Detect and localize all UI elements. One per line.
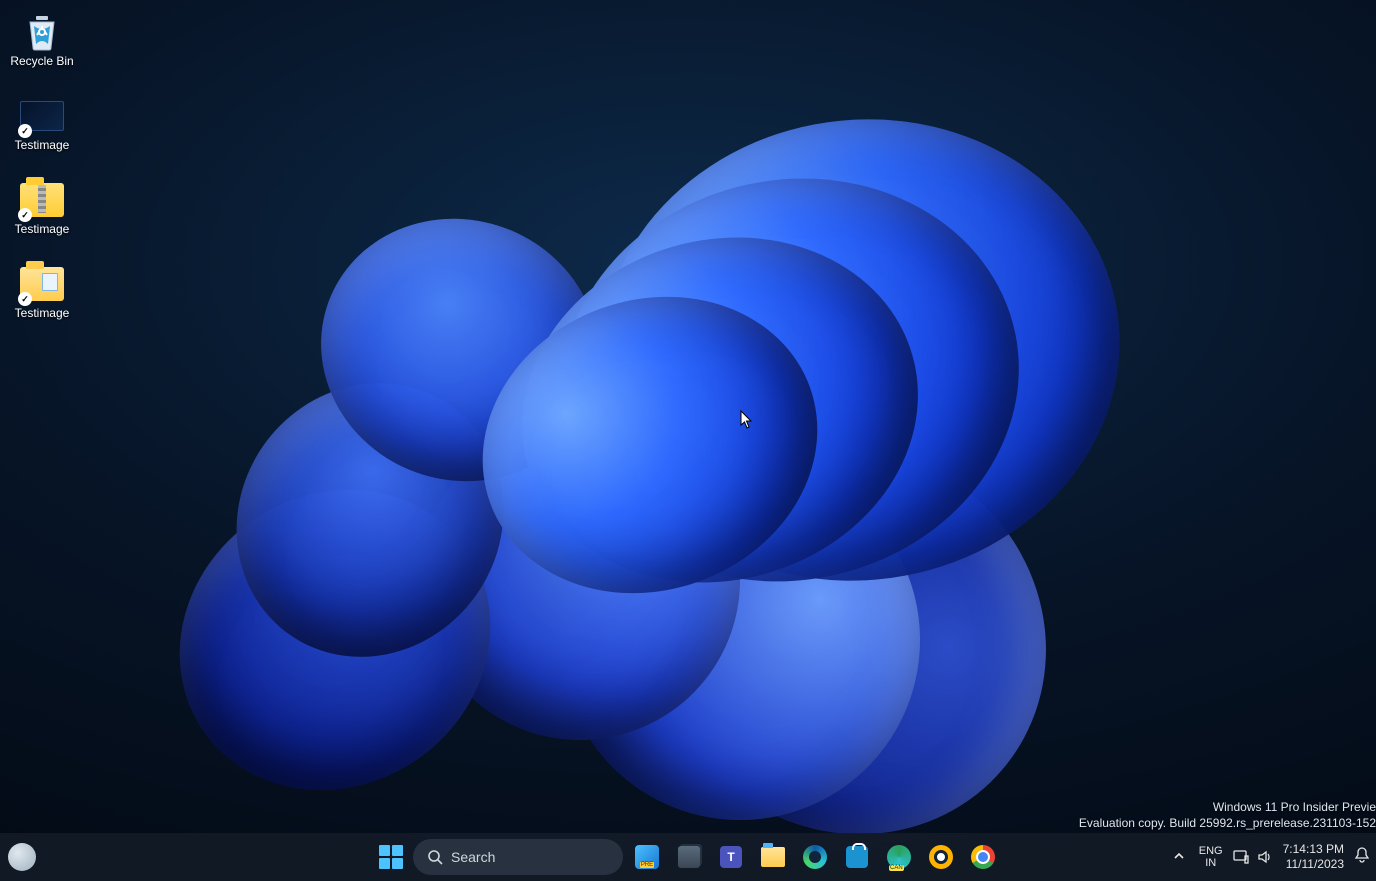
edge-canary-icon bbox=[887, 845, 911, 869]
bell-icon bbox=[1354, 846, 1370, 864]
windows-watermark: Windows 11 Pro Insider Previe Evaluation… bbox=[1079, 799, 1376, 831]
recycle-bin-icon bbox=[20, 12, 64, 52]
watermark-line2: Evaluation copy. Build 25992.rs_prerelea… bbox=[1079, 815, 1376, 831]
language-top: ENG bbox=[1199, 845, 1223, 857]
taskbar-app-explorer-preview[interactable] bbox=[629, 839, 665, 875]
watermark-line1: Windows 11 Pro Insider Previe bbox=[1079, 799, 1376, 815]
search-icon bbox=[427, 849, 443, 865]
start-button[interactable] bbox=[375, 841, 407, 873]
volume-icon bbox=[1257, 850, 1273, 864]
chrome-canary-icon bbox=[929, 845, 953, 869]
sync-badge-icon bbox=[18, 124, 32, 138]
chrome-icon bbox=[971, 845, 995, 869]
folder-icon bbox=[20, 264, 64, 304]
language-bottom: IN bbox=[1199, 857, 1223, 869]
taskbar-app-chrome-canary[interactable] bbox=[923, 839, 959, 875]
taskbar: Search T ENG IN bbox=[0, 833, 1376, 881]
desktop-icon-testimage-folder[interactable]: Testimage bbox=[4, 260, 80, 326]
store-icon bbox=[846, 846, 868, 868]
mouse-cursor-icon bbox=[740, 410, 754, 430]
clock-date: 11/11/2023 bbox=[1283, 857, 1344, 872]
desktop-icons: Recycle Bin Testimage Testimage Testimag… bbox=[4, 8, 84, 344]
system-tray[interactable] bbox=[1233, 850, 1273, 864]
desktop-icon-label: Testimage bbox=[15, 306, 70, 320]
image-thumbnail-icon bbox=[20, 96, 64, 136]
clock-time: 7:14:13 PM bbox=[1283, 842, 1344, 857]
taskbar-search[interactable]: Search bbox=[413, 839, 623, 875]
taskbar-app-store[interactable] bbox=[839, 839, 875, 875]
taskbar-app-chrome[interactable] bbox=[965, 839, 1001, 875]
desktop-icon-testimage-file[interactable]: Testimage bbox=[4, 92, 80, 158]
file-explorer-icon bbox=[761, 847, 785, 867]
zip-folder-icon bbox=[20, 180, 64, 220]
taskbar-app-edge[interactable] bbox=[797, 839, 833, 875]
desktop-icon-label: Testimage bbox=[15, 222, 70, 236]
desktop-icon-testimage-zip[interactable]: Testimage bbox=[4, 176, 80, 242]
taskbar-clock[interactable]: 7:14:13 PM 11/11/2023 bbox=[1283, 842, 1344, 872]
sync-badge-icon bbox=[18, 292, 32, 306]
notifications-button[interactable] bbox=[1354, 846, 1370, 869]
taskbar-app-edge-canary[interactable] bbox=[881, 839, 917, 875]
edge-icon bbox=[803, 845, 827, 869]
chevron-up-icon bbox=[1173, 850, 1185, 862]
task-view-icon bbox=[678, 846, 700, 868]
network-icon bbox=[1233, 850, 1249, 864]
taskbar-app-teams[interactable]: T bbox=[713, 839, 749, 875]
teams-icon: T bbox=[720, 846, 742, 868]
taskbar-app-file-explorer[interactable] bbox=[755, 839, 791, 875]
explorer-preview-icon bbox=[635, 845, 659, 869]
widgets-button[interactable] bbox=[8, 843, 36, 871]
search-placeholder: Search bbox=[451, 849, 495, 865]
desktop-icon-recycle-bin[interactable]: Recycle Bin bbox=[4, 8, 80, 74]
desktop-icon-label: Recycle Bin bbox=[10, 54, 73, 68]
wallpaper-bloom bbox=[180, 60, 1180, 840]
tray-overflow-button[interactable] bbox=[1169, 846, 1189, 869]
sync-badge-icon bbox=[18, 208, 32, 222]
taskbar-app-task-view[interactable] bbox=[671, 839, 707, 875]
language-indicator[interactable]: ENG IN bbox=[1199, 845, 1223, 869]
desktop-icon-label: Testimage bbox=[15, 138, 70, 152]
